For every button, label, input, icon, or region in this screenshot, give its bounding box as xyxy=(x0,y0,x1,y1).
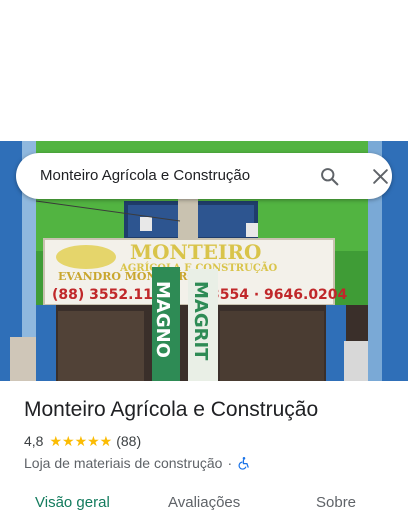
rating-row[interactable]: 4,8 ★★★★★ (88) xyxy=(24,432,141,450)
search-icon[interactable] xyxy=(319,166,340,187)
place-title: Monteiro Agrícola e Construção xyxy=(24,398,319,421)
banner-right-text: MAGRIT xyxy=(190,281,211,361)
category-label: Loja de materiais de construção xyxy=(24,455,223,471)
tab-reviews[interactable]: Avaliações xyxy=(168,494,240,511)
review-count[interactable]: (88) xyxy=(116,433,141,449)
separator-dot: · xyxy=(227,455,233,471)
wheelchair-icon xyxy=(237,456,251,470)
category-row: Loja de materiais de construção · xyxy=(24,455,251,471)
rating-value: 4,8 xyxy=(24,433,44,449)
close-icon[interactable] xyxy=(371,167,390,186)
search-input[interactable]: Monteiro Agrícola e Construção xyxy=(40,167,250,184)
tab-overview[interactable]: Visão geral xyxy=(35,494,110,511)
tab-about[interactable]: Sobre xyxy=(316,494,356,511)
sign-phone-right-text: 3554 · 9646.0204 xyxy=(210,287,348,303)
place-tabs: Visão geral Avaliações Sobre xyxy=(0,484,408,522)
rating-stars: ★★★★★ xyxy=(49,432,113,449)
search-bar[interactable]: Monteiro Agrícola e Construção xyxy=(16,153,392,199)
sign-top-text: MONTEIRO xyxy=(130,240,261,264)
banner-left-text: MAGNO xyxy=(152,281,173,358)
